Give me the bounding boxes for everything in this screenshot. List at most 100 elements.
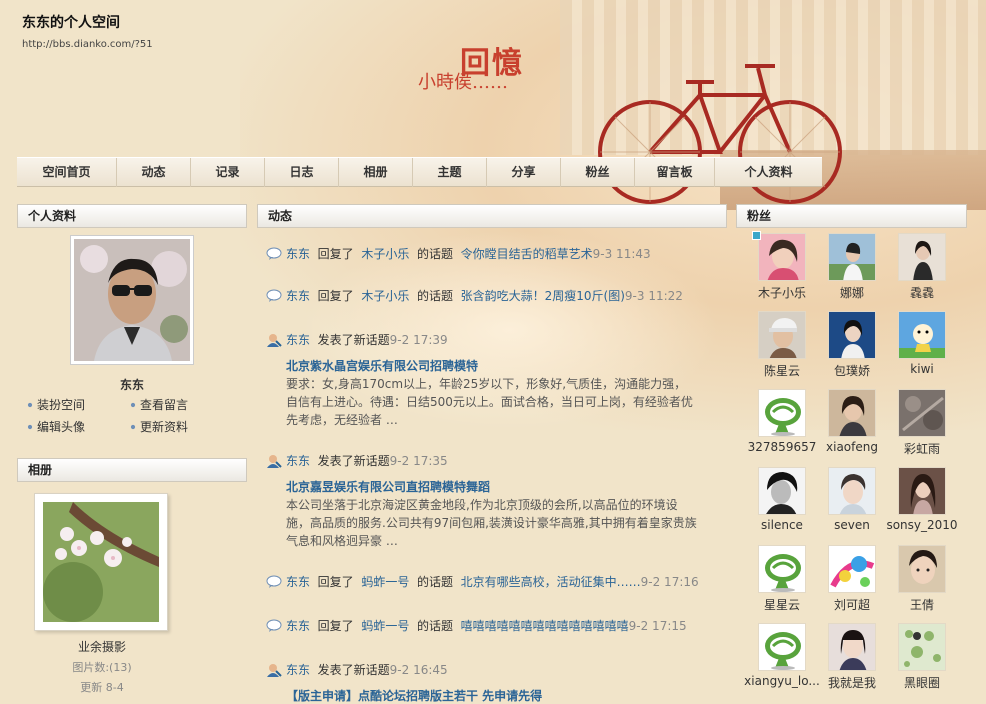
feed-topic-excerpt: 要求：女,身高170cm以上，年龄25岁以下，形象好,气质佳，沟通能力强，自信有…: [286, 377, 693, 427]
tab-share[interactable]: 分享: [487, 158, 561, 187]
fan-avatar[interactable]: [758, 389, 806, 437]
feed-target-user[interactable]: 蚂蚱一号: [361, 575, 409, 589]
fan-avatar[interactable]: [898, 623, 946, 671]
feed-item: 东东 回复了 木子小乐 的话题 令你瞠目结舌的稻草艺术9-3 11:43: [266, 245, 651, 262]
fan-name[interactable]: kiwi: [882, 362, 962, 376]
album-name[interactable]: 业余摄影: [17, 638, 187, 655]
fan-item[interactable]: 327859657: [742, 389, 822, 454]
fan-name[interactable]: 毳毳: [882, 284, 962, 301]
fan-avatar[interactable]: [898, 389, 946, 437]
fan-avatar[interactable]: [828, 623, 876, 671]
fan-item[interactable]: sonsy_2010: [882, 467, 962, 532]
tab-guestbook[interactable]: 留言板: [635, 158, 715, 187]
fan-avatar[interactable]: [758, 545, 806, 593]
feed-topic-link[interactable]: 嘻嘻嘻嘻嘻嘻嘻嘻嘻嘻嘻嘻嘻嘻: [461, 619, 629, 633]
tab-album[interactable]: 相册: [339, 158, 413, 187]
tab-records[interactable]: 记录: [191, 158, 265, 187]
fan-item[interactable]: 毳毳: [882, 233, 962, 301]
fan-name[interactable]: 彩虹雨: [882, 440, 962, 457]
feed-item: 东东 发表了新话题9-2 17:39: [266, 331, 448, 348]
site-url[interactable]: http://bbs.dianko.com/?51: [22, 39, 153, 50]
site-title[interactable]: 东东的个人空间: [22, 12, 120, 32]
fan-avatar[interactable]: [898, 467, 946, 515]
feed-topic-title[interactable]: 北京紫水晶宫娱乐有限公司招聘模特: [286, 357, 478, 374]
edit-avatar-link[interactable]: 编辑头像: [27, 418, 85, 435]
fan-item[interactable]: 黑眼圈: [882, 623, 962, 691]
fan-item[interactable]: 娜娜: [812, 233, 892, 301]
fan-item[interactable]: 刘可超: [812, 545, 892, 613]
tab-blog[interactable]: 日志: [265, 158, 339, 187]
fan-item[interactable]: 我就是我: [812, 623, 892, 691]
fan-avatar[interactable]: [828, 311, 876, 359]
fan-item[interactable]: 陈星云: [742, 311, 822, 379]
fan-name[interactable]: 我就是我: [812, 674, 892, 691]
feed-topic-link[interactable]: 令你瞠目结舌的稻草艺术: [461, 247, 593, 261]
fan-avatar[interactable]: [758, 233, 806, 281]
fan-name[interactable]: 娜娜: [812, 284, 892, 301]
fan-item[interactable]: xiangyu_lo...: [742, 623, 822, 688]
fan-avatar[interactable]: [898, 311, 946, 359]
feed-actor[interactable]: 东东: [286, 575, 310, 589]
fan-name[interactable]: sonsy_2010: [882, 518, 962, 532]
tab-profile[interactable]: 个人资料: [715, 158, 822, 187]
fan-item[interactable]: silence: [742, 467, 822, 532]
fan-avatar[interactable]: [828, 233, 876, 281]
feed-target-user[interactable]: 蚂蚱一号: [361, 619, 409, 633]
feed-actor[interactable]: 东东: [286, 663, 310, 677]
fan-name[interactable]: 黑眼圈: [882, 674, 962, 691]
fan-item[interactable]: kiwi: [882, 311, 962, 376]
view-messages-link[interactable]: 查看留言: [130, 396, 188, 413]
bullet-icon: [130, 424, 136, 430]
profile-photo[interactable]: [70, 235, 194, 365]
feed-actor[interactable]: 东东: [286, 247, 310, 261]
banner-small-text: 小時侯……: [418, 72, 508, 93]
fan-name[interactable]: 王倩: [882, 596, 962, 613]
fan-item[interactable]: 王倩: [882, 545, 962, 613]
fan-name[interactable]: 星星云: [742, 596, 822, 613]
feed-topic-link[interactable]: 北京有哪些高校，活动征集中……: [461, 575, 641, 589]
feed-target-user[interactable]: 木子小乐: [361, 247, 409, 261]
fan-avatar[interactable]: [758, 311, 806, 359]
feed-topic-title[interactable]: 北京嘉昱娱乐有限公司直招聘模特舞蹈: [286, 478, 490, 495]
tab-topics[interactable]: 主题: [413, 158, 487, 187]
bullet-icon: [27, 402, 33, 408]
fan-item[interactable]: 彩虹雨: [882, 389, 962, 457]
fan-item[interactable]: 星星云: [742, 545, 822, 613]
fan-avatar[interactable]: [828, 545, 876, 593]
feed-actor[interactable]: 东东: [286, 333, 310, 347]
fan-name[interactable]: seven: [812, 518, 892, 532]
feed-actor[interactable]: 东东: [286, 619, 310, 633]
fan-name[interactable]: 327859657: [742, 440, 822, 454]
fan-item[interactable]: seven: [812, 467, 892, 532]
fan-name[interactable]: 木子小乐: [742, 284, 822, 301]
fan-avatar[interactable]: [828, 389, 876, 437]
fan-avatar[interactable]: [828, 467, 876, 515]
profile-name: 东东: [119, 378, 144, 392]
album-cover[interactable]: [34, 493, 168, 631]
fan-avatar[interactable]: [898, 545, 946, 593]
fan-name[interactable]: 陈星云: [742, 362, 822, 379]
tab-fans[interactable]: 粉丝: [561, 158, 635, 187]
fan-item[interactable]: 包璞娇: [812, 311, 892, 379]
fan-item[interactable]: xiaofeng: [812, 389, 892, 454]
update-profile-link[interactable]: 更新资料: [130, 418, 188, 435]
fan-name[interactable]: silence: [742, 518, 822, 532]
fan-item[interactable]: 木子小乐: [742, 233, 822, 301]
tab-home[interactable]: 空间首页: [17, 158, 117, 187]
feed-topic-link[interactable]: 张含韵吃大蒜！2周瘦10斤(图): [461, 289, 625, 303]
fan-name[interactable]: 包璞娇: [812, 362, 892, 379]
fan-avatar[interactable]: [898, 233, 946, 281]
fan-avatar[interactable]: [758, 623, 806, 671]
feed-mid: 的话题: [416, 247, 453, 261]
feed-actor[interactable]: 东东: [286, 289, 310, 303]
fan-name[interactable]: 刘可超: [812, 596, 892, 613]
feed-topic-title[interactable]: 【版主申请】点酷论坛招聘版主若干 先申请先得: [286, 687, 542, 704]
feed-actor[interactable]: 东东: [286, 454, 310, 468]
view-messages-label: 查看留言: [140, 398, 189, 412]
fan-avatar[interactable]: [758, 467, 806, 515]
tab-activity[interactable]: 动态: [117, 158, 191, 187]
fan-name[interactable]: xiangyu_lo...: [742, 674, 822, 688]
fan-name[interactable]: xiaofeng: [812, 440, 892, 454]
feed-target-user[interactable]: 木子小乐: [361, 289, 409, 303]
dress-space-link[interactable]: 装扮空间: [27, 396, 85, 413]
